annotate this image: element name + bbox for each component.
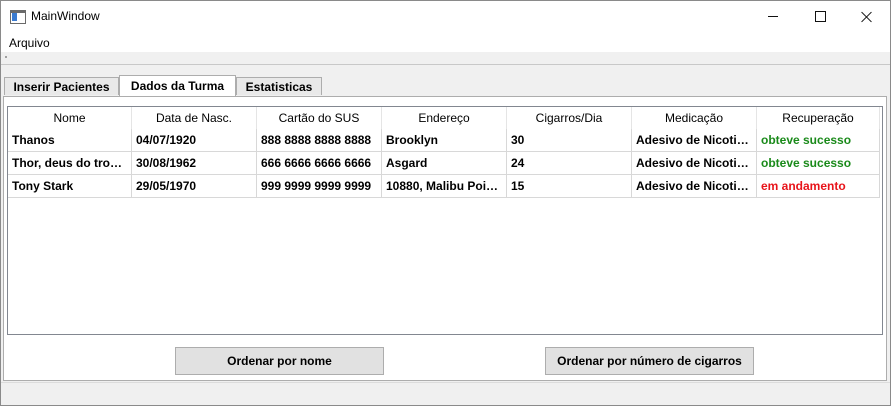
minimize-button[interactable]	[750, 1, 796, 32]
cell-cigarros-dia[interactable]: 30	[507, 129, 632, 152]
cell-endereco[interactable]: Brooklyn	[382, 129, 507, 152]
cell-endereco[interactable]: Asgard	[382, 152, 507, 175]
column-header-medicacao[interactable]: Medicação	[632, 107, 757, 129]
title-bar: MainWindow	[1, 1, 890, 32]
main-window: MainWindow Arquivo Inserir Pacientes Dad…	[0, 0, 891, 406]
column-header-endereco[interactable]: Endereço	[382, 107, 507, 129]
cell-recuperacao[interactable]: obteve sucesso	[757, 152, 880, 175]
cell-data-nasc[interactable]: 04/07/1920	[132, 129, 257, 152]
cell-cartao-sus[interactable]: 999 9999 9999 9999	[257, 175, 382, 198]
minimize-icon	[768, 16, 778, 17]
cell-nome[interactable]: Tony Stark	[8, 175, 132, 198]
column-header-cartao-sus[interactable]: Cartão do SUS	[257, 107, 382, 129]
cell-medicacao[interactable]: Adesivo de Nicoti…	[632, 129, 757, 152]
status-bar	[1, 382, 890, 405]
students-table[interactable]: Nome Data de Nasc. Cartão do SUS Endereç…	[7, 106, 883, 335]
sort-by-name-button[interactable]: Ordenar por nome	[175, 347, 384, 375]
maximize-button[interactable]	[797, 1, 843, 32]
column-header-data-nasc[interactable]: Data de Nasc.	[132, 107, 257, 129]
cell-cartao-sus[interactable]: 666 6666 6666 6666	[257, 152, 382, 175]
cell-data-nasc[interactable]: 29/05/1970	[132, 175, 257, 198]
tab-inserir-pacientes[interactable]: Inserir Pacientes	[4, 77, 119, 95]
tab-bar: Inserir Pacientes Dados da Turma Estatis…	[1, 75, 890, 96]
cell-nome[interactable]: Thanos	[8, 129, 132, 152]
app-icon	[10, 10, 26, 24]
table-row[interactable]: Thanos 04/07/1920 888 8888 8888 8888 Bro…	[8, 129, 880, 152]
toolbar-area	[1, 52, 890, 65]
cell-recuperacao[interactable]: obteve sucesso	[757, 129, 880, 152]
cell-medicacao[interactable]: Adesivo de Nicoti…	[632, 175, 757, 198]
table-row[interactable]: Thor, deus do tro… 30/08/1962 666 6666 6…	[8, 152, 880, 175]
close-button[interactable]	[844, 1, 890, 32]
tab-pane-dados-da-turma: Nome Data de Nasc. Cartão do SUS Endereç…	[3, 96, 887, 381]
cell-cigarros-dia[interactable]: 15	[507, 175, 632, 198]
maximize-icon	[814, 11, 826, 22]
cell-cartao-sus[interactable]: 888 8888 8888 8888	[257, 129, 382, 152]
cell-medicacao[interactable]: Adesivo de Nicoti…	[632, 152, 757, 175]
close-icon	[861, 11, 873, 23]
toolbar-grip-icon	[5, 56, 7, 58]
tab-dados-da-turma[interactable]: Dados da Turma	[119, 75, 236, 96]
tab-estatisticas[interactable]: Estatisticas	[236, 77, 322, 95]
cell-data-nasc[interactable]: 30/08/1962	[132, 152, 257, 175]
menu-bar: Arquivo	[1, 32, 890, 52]
cell-recuperacao[interactable]: em andamento	[757, 175, 880, 198]
window-title: MainWindow	[31, 9, 100, 23]
menu-arquivo[interactable]: Arquivo	[9, 36, 50, 50]
column-header-nome[interactable]: Nome	[8, 107, 132, 129]
table-row[interactable]: Tony Stark 29/05/1970 999 9999 9999 9999…	[8, 175, 880, 198]
cell-nome[interactable]: Thor, deus do tro…	[8, 152, 132, 175]
sort-by-cigarettes-button[interactable]: Ordenar por número de cigarros	[545, 347, 754, 375]
cell-endereco[interactable]: 10880, Malibu Poi…	[382, 175, 507, 198]
table-header: Nome Data de Nasc. Cartão do SUS Endereç…	[8, 107, 880, 129]
column-header-recuperacao[interactable]: Recuperação	[757, 107, 880, 129]
cell-cigarros-dia[interactable]: 24	[507, 152, 632, 175]
column-header-cigarros-dia[interactable]: Cigarros/Dia	[507, 107, 632, 129]
